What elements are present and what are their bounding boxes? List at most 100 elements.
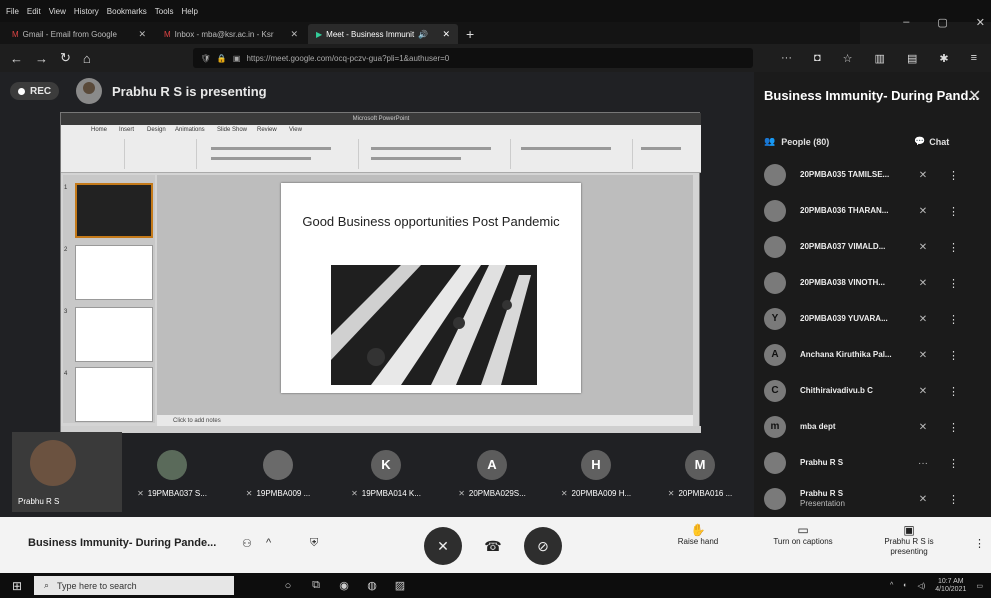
participant-row[interactable]: Prabhu R S Presentation ✕ ⋮	[764, 484, 984, 514]
cortana-icon[interactable]: ○	[274, 580, 302, 592]
more-options-icon[interactable]: ⋮	[948, 169, 959, 182]
close-window-button[interactable]: ✕	[976, 16, 985, 29]
more-options-icon[interactable]: ⋮	[974, 537, 985, 550]
url-bar[interactable]: 🛡 🔒 ▣ https://meet.google.com/ocq-pczv-g…	[192, 48, 753, 68]
tray-chevron-icon[interactable]: ^	[890, 582, 893, 589]
participant-tile[interactable]: K ✕ 19PMBA014 K...	[336, 444, 436, 508]
participant-tile[interactable]: A ✕ 20PMBA029S...	[442, 444, 542, 508]
menu-help[interactable]: Help	[181, 7, 197, 16]
more-options-icon[interactable]: ⋮	[948, 493, 959, 506]
menu-view[interactable]: View	[49, 7, 66, 16]
more-options-icon[interactable]: ⋮	[948, 313, 959, 326]
participant-row[interactable]: 20PMBA038 VINOTH... ✕ ⋮	[764, 268, 984, 298]
camera-toggle-button[interactable]: ⊘	[524, 527, 562, 565]
participant-tile[interactable]: ✕ 19PMBA037 S...	[122, 444, 222, 508]
more-options-icon[interactable]: ⋮	[948, 205, 959, 218]
task-view-icon[interactable]: ⧉	[302, 579, 330, 592]
new-tab-button[interactable]: +	[460, 24, 480, 44]
photos-icon[interactable]: ▨	[386, 579, 414, 592]
tab-inbox[interactable]: M Inbox - mba@ksr.ac.in - Ksr ✕	[156, 24, 306, 44]
volume-icon[interactable]: ◁)	[918, 582, 926, 590]
taskbar-search[interactable]: ⌕ Type here to search	[34, 576, 234, 595]
participant-row[interactable]: Y 20PMBA039 YUVARA... ✕ ⋮	[764, 304, 984, 334]
bookmark-star-icon[interactable]: ☆	[843, 52, 853, 65]
tab-meet[interactable]: ▶ Meet - Business Immunit 🔊 ✕	[308, 24, 458, 44]
participant-name: Prabhu R S Presentation	[800, 489, 900, 509]
hamburger-menu-icon[interactable]: ≡	[971, 52, 977, 65]
speaker-icon[interactable]: 🔊	[418, 30, 428, 39]
participant-row[interactable]: 20PMBA036 THARAN... ✕ ⋮	[764, 196, 984, 226]
back-icon[interactable]: ←	[10, 51, 23, 66]
slide-thumbnail[interactable]	[75, 183, 153, 238]
more-icon[interactable]: ···	[781, 52, 792, 65]
self-video-tile[interactable]: Prabhu R S	[12, 432, 122, 512]
meet-control-bar: Business Immunity- During Pande... ⚇ ^ ⛨…	[0, 517, 991, 573]
clock[interactable]: 10:7 AM 4/10/2021	[935, 578, 966, 594]
tab-chat[interactable]: 💬 Chat	[914, 136, 949, 147]
extensions-icon[interactable]: ✱	[939, 52, 948, 65]
browser-icon[interactable]: ◉	[330, 579, 358, 592]
more-options-icon[interactable]: ⋮	[948, 241, 959, 254]
raise-hand-button[interactable]: ✋ Raise hand	[668, 524, 728, 547]
notifications-icon[interactable]: ▭	[976, 582, 983, 590]
participant-tile[interactable]: M ✕ 20PMBA016 ...	[650, 444, 750, 508]
captions-button[interactable]: ▭ Turn on captions	[758, 524, 848, 547]
close-panel-icon[interactable]: ✕	[968, 86, 981, 106]
participant-row[interactable]: A Anchana Kiruthika Pal... ✕ ⋮	[764, 340, 984, 370]
reload-icon[interactable]: ↻	[60, 50, 71, 66]
end-call-button[interactable]: ☎	[474, 527, 512, 565]
participant-tile[interactable]: H ✕ 20PMBA009 H...	[546, 444, 646, 508]
participant-name: 20PMBA039 YUVARA...	[800, 314, 888, 323]
close-tab-icon[interactable]: ✕	[290, 29, 298, 40]
menu-history[interactable]: History	[74, 7, 99, 16]
current-slide[interactable]: Good Business opportunities Post Pandemi…	[281, 183, 581, 393]
people-count-icon[interactable]: ⚇	[242, 537, 252, 550]
lock-icon: 🔒	[216, 53, 227, 63]
url-text: https://meet.google.com/ocq-pczv-gua?pli…	[246, 53, 450, 63]
tab-gmail[interactable]: M Gmail - Email from Google ✕	[4, 24, 154, 44]
participant-row[interactable]: m mba dept ✕ ⋮	[764, 412, 984, 442]
nav-bar: ← → ↻ ⌂ 🛡 🔒 ▣ https://meet.google.com/oc…	[0, 44, 991, 72]
forward-icon[interactable]: →	[35, 51, 48, 66]
participant-row[interactable]: Prabhu R S ··· ⋮	[764, 448, 984, 478]
slide-thumbnail[interactable]	[75, 367, 153, 422]
participant-name-text: Prabhu R S	[800, 489, 844, 498]
pocket-icon[interactable]: ◘	[814, 52, 821, 65]
presenting-button[interactable]: ▣ Prabhu R S is presenting	[874, 524, 944, 557]
close-tab-icon[interactable]: ✕	[442, 29, 450, 40]
library-icon[interactable]: ▥	[875, 52, 885, 65]
more-options-icon[interactable]: ⋮	[948, 421, 959, 434]
more-options-icon[interactable]: ⋮	[948, 457, 959, 470]
more-options-icon[interactable]: ⋮	[948, 385, 959, 398]
participant-row[interactable]: C Chithiraivadivu.b C ✕ ⋮	[764, 376, 984, 406]
participant-row[interactable]: 20PMBA037 VIMALD... ✕ ⋮	[764, 232, 984, 262]
meeting-details-name[interactable]: Business Immunity- During Pande...	[28, 537, 216, 549]
participant-row[interactable]: 20PMBA035 TAMILSE... ✕ ⋮	[764, 160, 984, 190]
maximize-button[interactable]: ▢	[937, 16, 947, 29]
more-options-icon[interactable]: ⋮	[948, 277, 959, 290]
participant-tile[interactable]: ✕ 19PMBA009 ...	[228, 444, 328, 508]
slide-thumbnail[interactable]	[75, 245, 153, 300]
security-shield-icon[interactable]: ⛨	[310, 537, 318, 550]
recording-badge: REC	[10, 82, 60, 100]
windows-start-icon[interactable]: ⊞	[0, 579, 34, 593]
slide-thumbnail[interactable]	[75, 307, 153, 362]
windows-taskbar: ⊞ ⌕ Type here to search ○ ⧉ ◉ ◍ ▨ ^ ◐ ◁)…	[0, 573, 991, 598]
mic-off-icon: ✕	[667, 489, 675, 498]
menu-bookmarks[interactable]: Bookmarks	[107, 7, 147, 16]
menu-edit[interactable]: Edit	[27, 7, 41, 16]
chevron-up-icon[interactable]: ^	[266, 537, 271, 549]
more-options-icon[interactable]: ⋮	[948, 349, 959, 362]
tab-people[interactable]: 👥 People (80)	[764, 136, 829, 147]
minimize-button[interactable]: –	[903, 16, 909, 28]
menu-file[interactable]: File	[6, 7, 19, 16]
menu-tools[interactable]: Tools	[155, 7, 174, 16]
network-icon[interactable]: ◐	[903, 582, 907, 589]
mic-toggle-button[interactable]: ✕	[424, 527, 462, 565]
mic-off-icon: ✕	[918, 493, 928, 505]
home-icon[interactable]: ⌂	[83, 51, 91, 66]
reader-icon[interactable]: ▤	[907, 52, 917, 65]
app-icon[interactable]: ◍	[358, 579, 386, 592]
panel-title: Business Immunity- During Pand...	[764, 88, 980, 103]
close-tab-icon[interactable]: ✕	[138, 29, 146, 40]
